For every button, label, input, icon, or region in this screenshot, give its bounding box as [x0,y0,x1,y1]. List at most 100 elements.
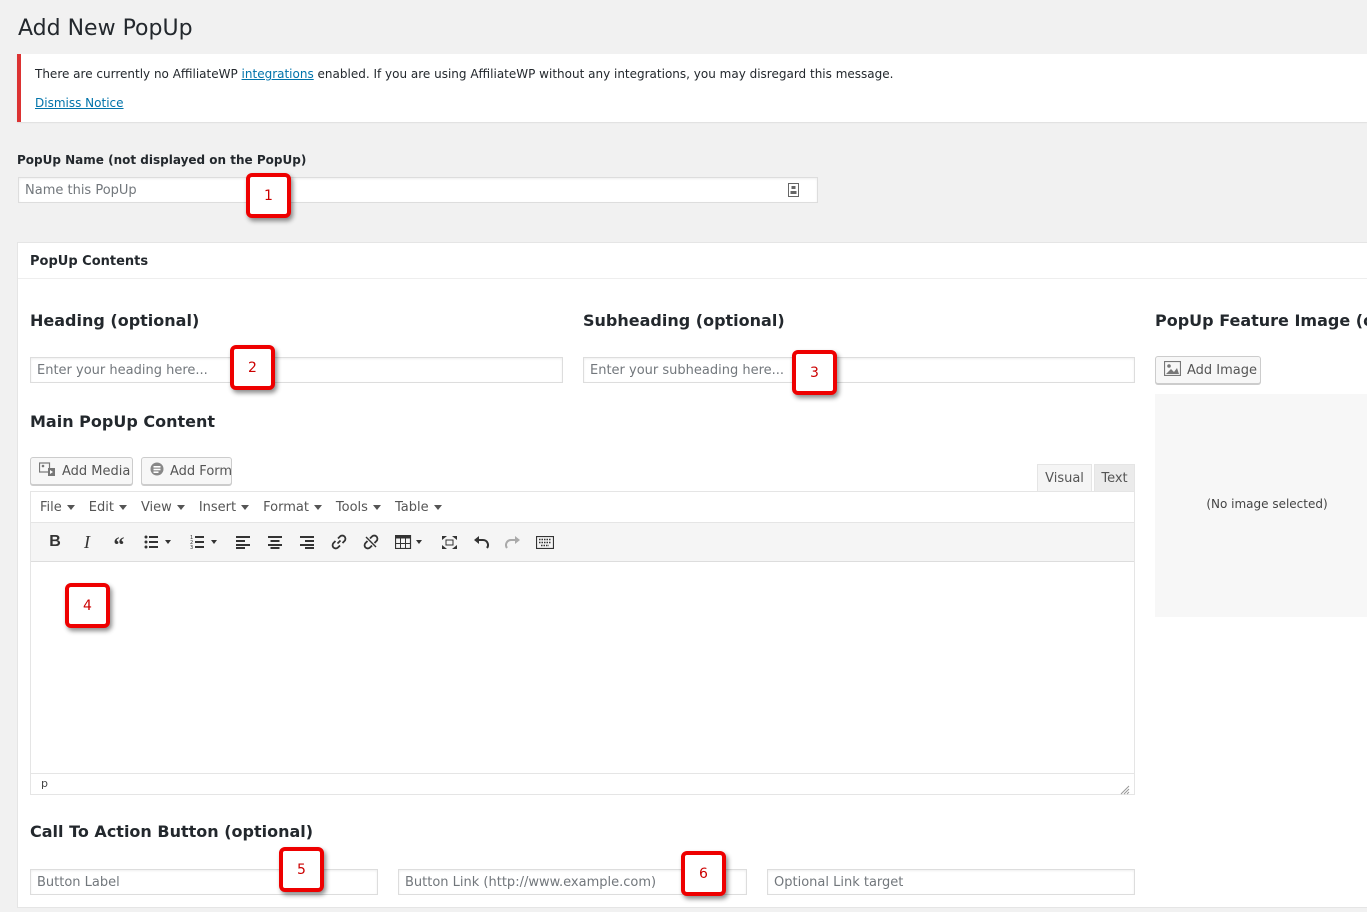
callout-marker-4: 4 [65,583,110,628]
page-title: Add New PopUp [18,16,193,41]
italic-button[interactable]: I [71,528,103,556]
menu-format[interactable]: Format [263,500,322,515]
popup-name-input[interactable]: Name this PopUp [18,177,818,203]
subheading-placeholder: Enter your subheading here... [590,362,785,378]
menu-format-label: Format [263,499,309,515]
link-target-placeholder: Optional Link target [774,874,904,890]
callout-marker-6: 6 [681,851,726,896]
menu-insert-label: Insert [198,499,237,515]
add-media-button[interactable]: Add Media [30,457,133,485]
add-form-label: Add Form [170,463,233,479]
integrations-link[interactable]: integrations [242,67,314,81]
dismiss-notice-link[interactable]: Dismiss Notice [35,96,124,110]
chevron-down-icon [176,504,185,510]
add-form-button[interactable]: Add Form [141,457,232,485]
keyboard-icon [536,535,554,549]
cta-label: Call To Action Button (optional) [30,822,314,841]
menu-file[interactable]: File [40,500,75,515]
chevron-down-icon [372,504,381,510]
heading-placeholder: Enter your heading here... [37,362,208,378]
toolbar-toggle-button[interactable] [529,528,561,556]
menu-edit[interactable]: Edit [89,500,127,515]
blockquote-button[interactable]: “ [103,528,135,556]
table-icon [395,535,422,549]
menu-table-label: Table [394,499,429,515]
remove-link-button[interactable] [355,528,387,556]
insert-link-button[interactable] [323,528,355,556]
fullscreen-icon [441,535,457,549]
menu-view-label: View [140,499,172,515]
add-image-button[interactable]: Add Image [1155,356,1261,384]
notice-text-before: There are currently no AffiliateWP [35,67,242,81]
button-label-input[interactable]: Button Label [30,869,378,895]
admin-notice: There are currently no AffiliateWP integ… [17,54,1367,122]
callout-marker-5: 5 [279,847,324,892]
align-center-button[interactable] [259,528,291,556]
add-image-label: Add Image [1187,362,1258,378]
subheading-label: Subheading (optional) [583,311,785,330]
fullscreen-button[interactable] [433,528,465,556]
image-icon [1163,360,1182,380]
menu-tools[interactable]: Tools [336,500,381,515]
align-center-icon [268,535,282,549]
menu-view[interactable]: View [141,500,185,515]
menu-tools-label: Tools [335,499,368,515]
button-link-placeholder: Button Link (http://www.example.com) [405,874,657,890]
insert-table-button[interactable] [387,528,433,556]
chevron-down-icon [241,504,250,510]
undo-button[interactable] [465,528,497,556]
chevron-down-icon [66,504,75,510]
button-label-placeholder: Button Label [37,874,120,890]
subheading-input[interactable]: Enter your subheading here... [583,357,1135,383]
no-image-text: (No image selected) [1206,497,1328,511]
chevron-down-icon [118,504,127,510]
editor-content-area[interactable] [31,562,1134,773]
editor-menubar: File Edit View Insert Format Tools Table [31,492,1134,522]
popup-contents-header: PopUp Contents [18,243,1367,279]
quote-icon: “ [113,532,125,557]
link-target-input[interactable]: Optional Link target [767,869,1135,895]
link-icon [331,534,347,550]
media-icon [38,461,56,481]
resize-handle-icon[interactable] [1120,780,1130,799]
heading-input[interactable]: Enter your heading here... [30,357,563,383]
callout-marker-2: 2 [230,345,275,390]
chevron-down-icon [313,504,322,510]
align-left-button[interactable] [227,528,259,556]
element-path: p [41,777,48,790]
editor-toolbar: B I “ 123 [31,522,1134,562]
bullet-list-button[interactable] [135,528,181,556]
popup-name-label: PopUp Name (not displayed on the PopUp) [17,153,307,167]
svg-text:3: 3 [190,545,193,549]
feature-image-label: PopUp Feature Image (optic [1155,311,1367,330]
notice-text-after: enabled. If you are using AffiliateWP wi… [313,67,894,81]
bold-button[interactable]: B [39,528,71,556]
bullet-list-icon [144,535,171,549]
popup-contents-title: PopUp Contents [30,254,149,269]
redo-button[interactable] [497,528,529,556]
italic-icon: I [84,531,90,552]
editor-statusbar: p [31,773,1134,795]
form-icon [150,462,164,480]
menu-edit-label: Edit [88,499,114,515]
content-editor: File Edit View Insert Format Tools Table… [30,491,1135,795]
redo-icon [505,536,520,549]
notice-message: There are currently no AffiliateWP integ… [35,67,893,81]
numbered-list-button[interactable]: 123 [181,528,227,556]
align-right-icon [300,535,314,549]
bold-icon: B [49,533,61,550]
tab-visual[interactable]: Visual [1037,464,1092,492]
callout-marker-1: 1 [246,173,291,218]
menu-insert[interactable]: Insert [198,499,250,515]
contact-card-icon [788,183,799,201]
menu-table[interactable]: Table [395,500,442,515]
undo-icon [474,536,489,549]
tab-text[interactable]: Text [1094,464,1135,492]
menu-file-label: File [40,499,62,515]
popup-name-placeholder: Name this PopUp [25,182,137,198]
align-right-button[interactable] [291,528,323,556]
heading-label: Heading (optional) [30,311,200,330]
main-content-label: Main PopUp Content [30,412,216,431]
chevron-down-icon [433,504,442,510]
unlink-icon [363,534,379,550]
